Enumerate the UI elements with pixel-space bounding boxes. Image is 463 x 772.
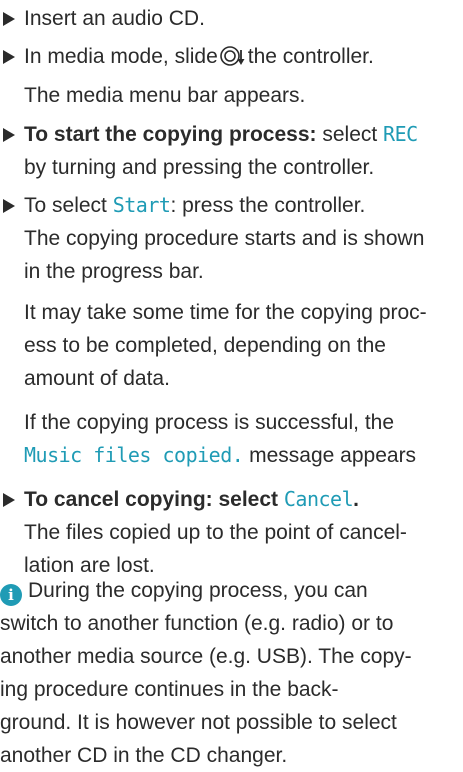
- ui-label-start: Start: [112, 193, 171, 217]
- ui-message-music-files-copied: Music files copied.: [24, 443, 244, 467]
- info-icon: i: [0, 584, 22, 606]
- bullet-triangle-icon: [3, 12, 15, 26]
- controller-slide-down-icon: [219, 45, 246, 67]
- ui-label-rec: REC: [383, 122, 418, 146]
- step-heading: To cancel copying: select: [24, 488, 279, 511]
- step-result-text: The files copied up to the point of canc…: [24, 521, 407, 544]
- success-paragraph: If the copying process is successful, th…: [24, 411, 417, 467]
- step-text-line: To select Start: press the controller.: [24, 193, 366, 217]
- step-start-copying: To start the copying process: select REC…: [0, 118, 461, 184]
- step-cancel-copying: To cancel copying: select Cancel. The fi…: [0, 483, 461, 582]
- step-result-text: The copying procedure starts and is show…: [24, 227, 425, 250]
- step-result-text: The media menu bar appears.: [24, 84, 306, 107]
- duration-paragraph: It may take some time for the copying pr…: [24, 301, 427, 390]
- step-text-line: In media mode, slide the controller.: [24, 45, 374, 68]
- step-slide-controller: In media mode, slide the controller. The …: [0, 40, 461, 112]
- bullet-triangle-icon: [3, 493, 15, 507]
- step-text-line: To start the copying process: select REC: [24, 122, 418, 146]
- step-text-line: To cancel copying: select Cancel.: [24, 487, 359, 511]
- manual-page: Insert an audio CD. In media mode, slide…: [0, 0, 463, 767]
- step-insert-cd: Insert an audio CD.: [0, 2, 461, 35]
- bullet-triangle-icon: [3, 50, 15, 64]
- step-select-start: To select Start: press the controller. T…: [0, 189, 461, 288]
- ui-label-cancel: Cancel: [283, 487, 354, 511]
- step-result-text: in the progress bar.: [24, 260, 204, 283]
- bullet-triangle-icon: [3, 199, 15, 213]
- step-heading: To start the copying process:: [24, 123, 317, 146]
- bullet-triangle-icon: [3, 128, 15, 142]
- step-text: Insert an audio CD.: [24, 7, 205, 30]
- step-text-line: by turning and pressing the controller.: [24, 156, 375, 179]
- info-note: i During the copying process, you can swi…: [0, 579, 412, 767]
